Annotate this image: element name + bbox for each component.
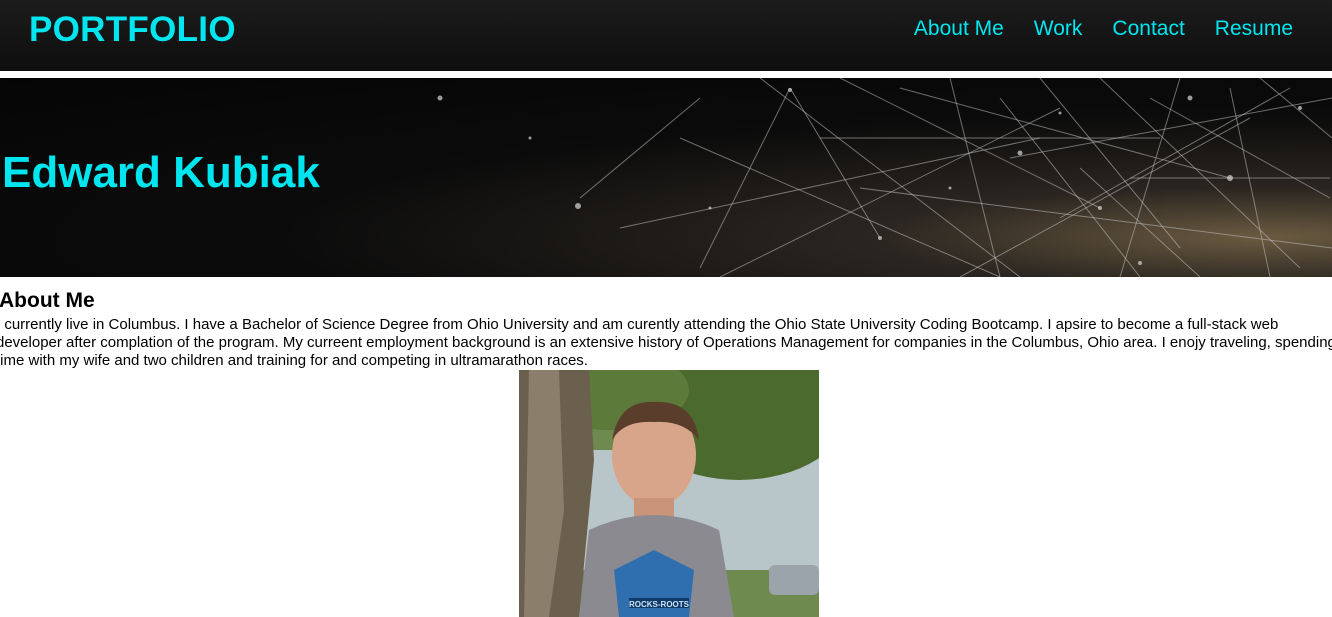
- nav-link-resume[interactable]: Resume: [1215, 17, 1293, 41]
- nav-links: About Me Work Contact Resume: [914, 17, 1293, 41]
- hero-name-title: Edward Kubiak: [2, 148, 320, 197]
- about-me-paragraph: I currently live in Columbus. I have a B…: [0, 316, 1332, 369]
- nav-link-about-me[interactable]: About Me: [914, 17, 1004, 41]
- profile-photo: ROCKS-ROOTS: [519, 370, 819, 617]
- about-me-heading: About Me: [0, 289, 95, 312]
- header-divider: [0, 71, 1332, 78]
- nav-link-work[interactable]: Work: [1034, 17, 1083, 41]
- nav-link-contact[interactable]: Contact: [1112, 17, 1184, 41]
- brand-logo[interactable]: PORTFOLIO: [29, 10, 236, 50]
- hero-banner: Edward Kubiak: [0, 78, 1332, 277]
- shirt-logo-text: ROCKS-ROOTS: [629, 600, 690, 609]
- navbar: PORTFOLIO About Me Work Contact Resume: [0, 0, 1332, 71]
